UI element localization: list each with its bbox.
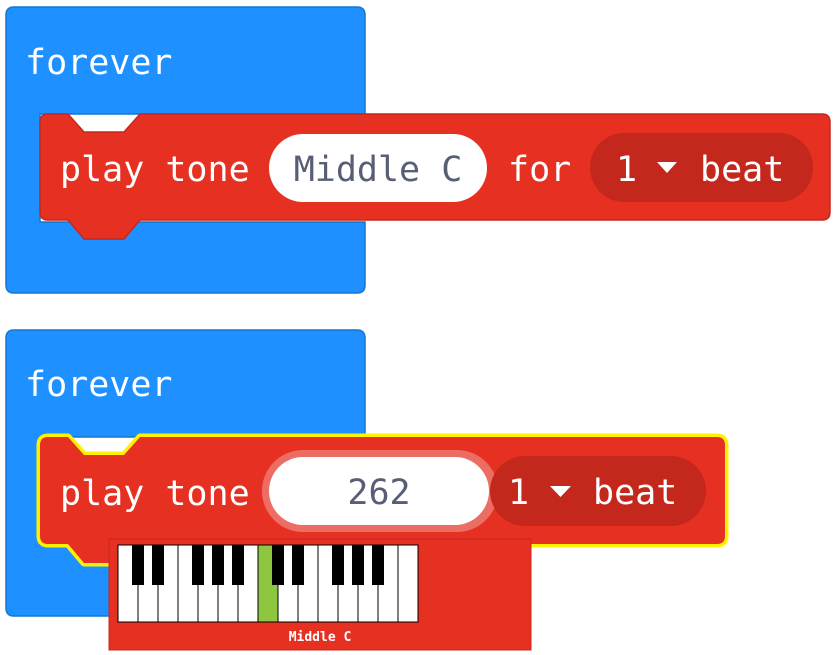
forever-label: forever xyxy=(25,43,173,83)
piano-black-key[interactable] xyxy=(192,545,204,585)
note-value: 262 xyxy=(347,473,410,513)
selected-note-label: Middle C xyxy=(289,630,352,645)
play-tone-label: play tone xyxy=(60,150,250,190)
note-input-1[interactable]: Middle C xyxy=(269,134,487,202)
note-value: Middle C xyxy=(294,150,463,190)
piano-black-key[interactable] xyxy=(212,545,224,585)
piano-picker[interactable]: Middle C xyxy=(108,538,532,651)
piano-black-key[interactable] xyxy=(132,545,144,585)
forever-label: forever xyxy=(25,365,173,405)
piano-white-key[interactable] xyxy=(397,544,419,623)
play-tone-label: play tone xyxy=(60,474,250,514)
beat-count: 1 xyxy=(616,150,637,190)
piano-black-key[interactable] xyxy=(332,545,344,585)
beat-dropdown-2[interactable]: 1 beat xyxy=(490,456,706,526)
piano-black-key[interactable] xyxy=(152,545,164,585)
piano-black-key[interactable] xyxy=(292,545,304,585)
piano-black-key[interactable] xyxy=(232,545,244,585)
beat-count: 1 xyxy=(508,473,529,513)
piano-black-key[interactable] xyxy=(272,545,284,585)
piano-black-key[interactable] xyxy=(372,545,384,585)
note-input-2[interactable]: 262 xyxy=(262,450,498,532)
beat-label: beat xyxy=(593,473,677,513)
for-label: for xyxy=(508,150,571,190)
workspace-canvas: forever play tone Middle C for 1 beat fo… xyxy=(5,6,831,651)
beat-dropdown-1[interactable]: 1 beat xyxy=(590,133,813,202)
piano-black-key[interactable] xyxy=(352,545,364,585)
play-tone-block-1[interactable]: play tone Middle C for 1 beat xyxy=(39,113,831,240)
beat-label: beat xyxy=(700,150,784,190)
